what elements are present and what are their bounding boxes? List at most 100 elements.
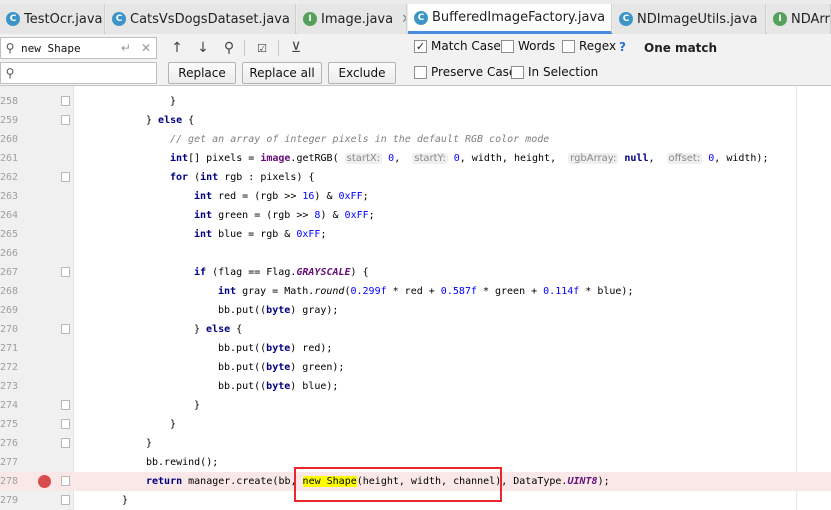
previous-occurrence-button[interactable]: ↑ [167,38,187,58]
tab-label: BufferedImageFactory.java [432,10,606,25]
code-line[interactable]: 273 bb.put((byte) blue); [0,377,831,396]
class-icon: C [619,12,633,26]
words-checkbox[interactable] [501,39,514,53]
code-line[interactable]: 268 int gray = Math.round(0.299f * red +… [0,282,831,301]
preserve-case-checkbox[interactable] [414,65,427,79]
fold-icon[interactable] [61,172,70,182]
tab-label: NDImageUtils.java [637,11,758,27]
code-text: int green = (rgb >> 8) & 0xFF; [194,210,375,221]
multi-select-icon: ☑ [257,41,267,55]
select-all-occurrences-button[interactable]: ☑ [252,38,272,58]
code-line[interactable]: 261 int[] pixels = image.getRGB( startX:… [0,149,831,168]
fold-icon[interactable] [61,115,70,125]
replace-input[interactable]: ⚲ [0,62,157,84]
filter-search-results-button[interactable]: ⊻ [286,38,306,58]
code-line[interactable]: 269 bb.put((byte) gray); [0,301,831,320]
search-input[interactable]: ⚲ new Shape ↵ ✕ [0,37,157,59]
code-line[interactable]: 276 } [0,434,831,453]
editor-tab-bar: C TestOcr.java ✕ C CatsVsDogsDataset.jav… [0,0,831,34]
new-line-icon[interactable]: ↵ [116,41,136,55]
match-case-option[interactable]: ✓ Match Case [414,39,501,53]
close-icon[interactable]: ✕ [401,12,406,27]
code-line[interactable]: 264 int green = (rgb >> 8) & 0xFF; [0,206,831,225]
parameter-hint: offset: [666,153,703,164]
clear-search-icon[interactable]: ✕ [136,41,156,55]
line-number: 270 [0,324,19,335]
search-icon[interactable]: ⚲ [1,41,19,55]
regex-checkbox[interactable] [562,39,575,53]
code-line[interactable]: 274 } [0,396,831,415]
fold-icon[interactable] [61,324,70,334]
fold-icon[interactable] [61,438,70,448]
code-text: for (int rgb : pixels) { [170,172,315,183]
fold-icon[interactable] [61,419,70,429]
tab-ndarray[interactable]: I NDArr [767,4,831,34]
tab-testocr[interactable]: C TestOcr.java ✕ [0,4,105,34]
code-text: } else { [146,115,195,126]
class-icon: C [6,12,20,26]
match-case-label: Match Case [431,39,501,53]
line-number: 259 [0,115,19,126]
filter-icon: ⊻ [290,40,302,56]
arrow-down-icon: ↓ [197,40,209,56]
code-line[interactable]: 266 [0,244,831,263]
tab-label: TestOcr.java [24,11,103,27]
code-text: bb.put((byte) blue); [218,381,339,392]
line-number: 258 [0,96,19,107]
fold-icon[interactable] [61,400,70,410]
preserve-case-option[interactable]: Preserve Case [414,65,516,79]
line-number: 273 [0,381,19,392]
code-line[interactable]: 260 // get an array of integer pixels in… [0,130,831,149]
fold-icon[interactable] [61,267,70,277]
tab-catsvsdogsdataset[interactable]: C CatsVsDogsDataset.java ✕ [106,4,296,34]
code-text: if (flag == Flag.GRAYSCALE) { [194,267,369,278]
fold-icon[interactable] [61,96,70,106]
find-in-path-icon: ⚲ [223,40,235,56]
replace-all-button[interactable]: Replace all [242,62,322,84]
preserve-case-label: Preserve Case [431,65,517,79]
tab-ndimageutils[interactable]: C NDImageUtils.java ✕ [613,4,766,34]
search-icon[interactable]: ⚲ [1,66,19,80]
regex-option[interactable]: Regex [562,39,616,53]
code-line[interactable]: 258 } [0,92,831,111]
code-line[interactable]: 272 bb.put((byte) green); [0,358,831,377]
code-line[interactable]: 275 } [0,415,831,434]
line-number: 277 [0,457,19,468]
breakpoint-icon[interactable] [38,475,51,488]
tab-label: Image.java [321,11,394,27]
next-occurrence-button[interactable]: ↓ [193,38,213,58]
code-line[interactable]: 271 bb.put((byte) red); [0,339,831,358]
match-case-checkbox[interactable]: ✓ [414,39,427,53]
interface-icon: I [773,12,787,26]
code-line[interactable]: 263 int red = (rgb >> 16) & 0xFF; [0,187,831,206]
line-number: 272 [0,362,19,373]
regex-help-link[interactable]: ? [619,40,626,54]
words-label: Words [518,39,556,53]
in-selection-option[interactable]: In Selection [511,65,598,79]
in-selection-checkbox[interactable] [511,65,524,79]
line-number: 275 [0,419,19,430]
code-line[interactable]: 267 if (flag == Flag.GRAYSCALE) { [0,263,831,282]
code-line[interactable]: 262 for (int rgb : pixels) { [0,168,831,187]
fold-icon[interactable] [61,476,70,486]
search-input-value: new Shape [21,41,81,55]
code-editor[interactable]: 258 } 259 } else { 260 // get an array o… [0,86,831,510]
find-replace-bar: ⚲ new Shape ↵ ✕ ↑ ↓ ⚲ ☑ ⊻ ✓ Match Case W… [0,34,831,86]
class-icon: C [414,10,428,25]
close-icon[interactable]: ✕ [765,12,766,27]
tab-bufferedimagefactory[interactable]: C BufferedImageFactory.java ✕ [408,4,612,34]
find-all-occurrences-button[interactable]: ⚲ [219,38,239,58]
fold-icon[interactable] [61,495,70,505]
tab-image[interactable]: I Image.java ✕ [297,4,407,34]
code-line[interactable]: 270 } else { [0,320,831,339]
code-text: int[] pixels = image.getRGB( startX: 0, … [170,153,769,164]
code-line[interactable]: 259 } else { [0,111,831,130]
toolbar-separator [278,40,279,56]
code-line[interactable]: 265 int blue = rgb & 0xFF; [0,225,831,244]
exclude-button[interactable]: Exclude [328,62,396,84]
line-number: 262 [0,172,19,183]
words-option[interactable]: Words [501,39,555,53]
code-text: bb.rewind(); [146,457,219,468]
replace-button[interactable]: Replace [168,62,236,84]
annotation-highlight-box [294,467,502,502]
